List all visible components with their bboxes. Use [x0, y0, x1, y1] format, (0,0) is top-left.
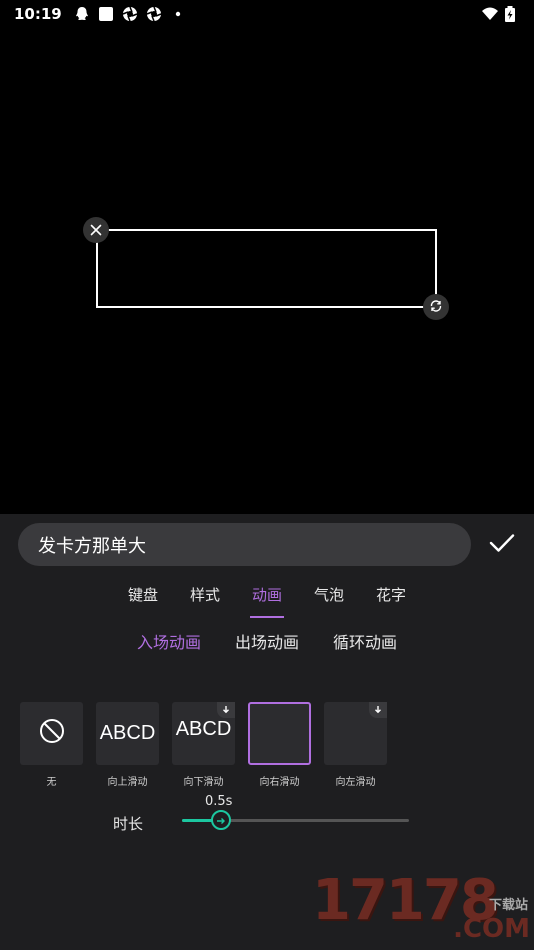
animation-label: 无: [46, 777, 57, 788]
text-edit-panel: 键盘 样式 动画 气泡 花字 入场动画 出场动画 循环动画 无 ABCD 向上滑…: [0, 514, 534, 950]
rotate-scale-handle[interactable]: [423, 294, 449, 320]
text-bounding-box[interactable]: [96, 229, 437, 308]
checkmark-icon: [489, 533, 515, 557]
tab-animation[interactable]: 动画: [249, 580, 285, 618]
animation-item-slide-up[interactable]: ABCD 向上滑动: [96, 702, 159, 788]
animation-label: 向上滑动: [107, 777, 148, 788]
square-app-icon: [98, 6, 114, 22]
delete-text-button[interactable]: [83, 217, 109, 243]
animation-label: 向右滑动: [259, 777, 300, 788]
confirm-button[interactable]: [486, 530, 518, 560]
text-input[interactable]: [38, 534, 471, 555]
animation-label: 向下滑动: [183, 777, 224, 788]
close-icon: [90, 221, 102, 240]
subtab-entrance[interactable]: 入场动画: [137, 629, 201, 659]
animation-subtabs: 入场动画 出场动画 循环动画: [0, 629, 534, 659]
duration-value: 0.5s: [205, 794, 233, 809]
animation-preview-text: ABCD: [99, 722, 156, 744]
battery-charging-icon: [504, 6, 520, 22]
watermark-logo: 17178 下载站 .COM: [312, 862, 534, 950]
animation-item-slide-left[interactable]: 向左滑动: [324, 702, 387, 788]
tab-bubble[interactable]: 气泡: [312, 580, 346, 616]
duration-label: 时长: [113, 815, 144, 833]
animation-label: 向左滑动: [335, 777, 376, 788]
subtab-exit[interactable]: 出场动画: [235, 629, 299, 659]
qq-icon: [74, 6, 90, 22]
watermark-small-text: 下载站: [488, 898, 528, 913]
watermark-com: .COM: [453, 914, 530, 944]
download-icon: [369, 702, 387, 718]
animation-item-slide-down[interactable]: ABCD 向下滑动: [172, 702, 235, 788]
animation-item-slide-right[interactable]: 向右滑动: [248, 702, 311, 788]
animation-list: 无 ABCD 向上滑动 ABCD 向下滑动 向右滑动 向左滑动: [20, 702, 387, 788]
arrow-right-icon: [216, 811, 226, 830]
duration-slider-thumb[interactable]: [210, 810, 231, 830]
animation-tile[interactable]: ABCD: [172, 702, 235, 765]
no-entry-icon: [39, 718, 65, 750]
animation-tile-selected[interactable]: [248, 702, 311, 765]
download-icon: [217, 702, 235, 718]
status-icons-right: [482, 6, 520, 22]
preview-canvas[interactable]: [0, 28, 534, 514]
status-icons-left: [74, 6, 186, 22]
tab-keyboard[interactable]: 键盘: [126, 580, 160, 616]
tab-style[interactable]: 样式: [188, 580, 222, 616]
animation-tile[interactable]: ABCD: [96, 702, 159, 765]
dot-icon: [170, 6, 186, 22]
wifi-icon: [482, 6, 498, 22]
subtab-loop[interactable]: 循环动画: [333, 629, 397, 659]
aperture-icon: [122, 6, 138, 22]
text-input-container[interactable]: [18, 523, 471, 566]
tab-fancy-text[interactable]: 花字: [374, 580, 408, 616]
main-tabs: 键盘 样式 动画 气泡 花字: [0, 580, 534, 618]
animation-item-none[interactable]: 无: [20, 702, 83, 788]
status-time: 10:19: [14, 5, 62, 23]
status-bar: 10:19: [0, 0, 534, 28]
animation-tile[interactable]: [20, 702, 83, 765]
aperture-icon: [146, 6, 162, 22]
rotate-icon: [429, 298, 443, 317]
duration-slider[interactable]: [182, 810, 409, 830]
animation-preview-text: ABCD: [175, 718, 232, 740]
animation-tile[interactable]: [324, 702, 387, 765]
